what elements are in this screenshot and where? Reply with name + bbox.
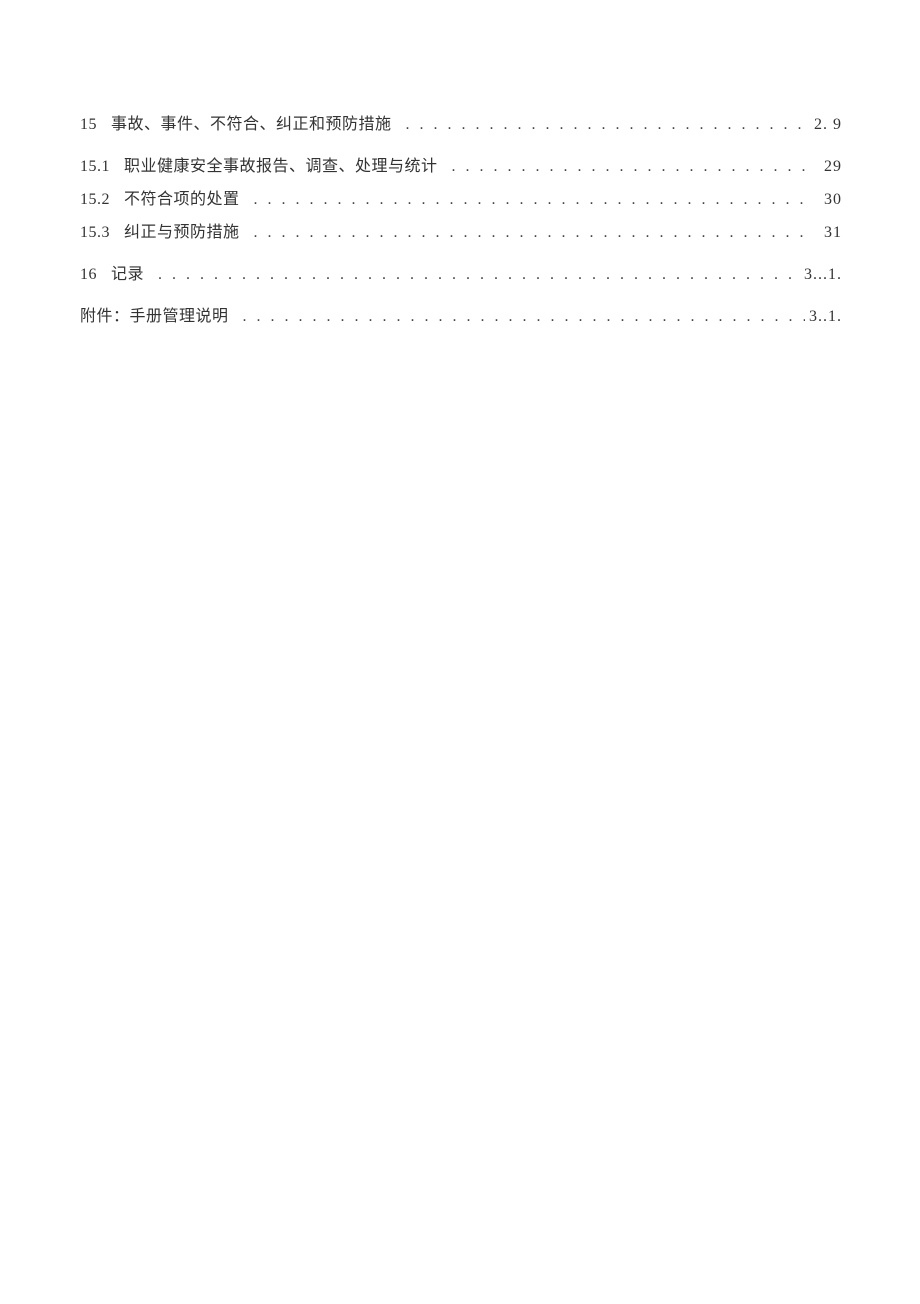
toc-number: 15.3 xyxy=(80,224,110,242)
toc-title: 附件：手册管理说明 xyxy=(80,302,229,326)
toc-number: 15.1 xyxy=(80,158,110,176)
toc-number: 15 xyxy=(80,116,97,134)
toc-entry-15-3: 15.3 纠正与预防措施 . . . . . . . . . . . . . .… xyxy=(80,218,842,242)
toc-entry-16: 16 记录 . . . . . . . . . . . . . . . . . … xyxy=(80,260,842,284)
toc-entry-appendix: 附件：手册管理说明 . . . . . . . . . . . . . . . … xyxy=(80,302,842,326)
toc-page-number: 31 xyxy=(824,224,842,242)
toc-number: 15.2 xyxy=(80,191,110,209)
toc-title: 不符合项的处置 xyxy=(124,185,240,209)
toc-title: 事故、事件、不符合、纠正和预防措施 xyxy=(111,110,392,134)
toc-leader-dots: . . . . . . . . . . . . . . . . . . . . … xyxy=(452,158,810,176)
toc-page-number: 3..1. xyxy=(809,308,842,326)
toc-leader-dots: . . . . . . . . . . . . . . . . . . . . … xyxy=(406,116,810,134)
toc-leader-dots: . . . . . . . . . . . . . . . . . . . . … xyxy=(254,191,810,209)
toc-entry-15-2: 15.2 不符合项的处置 . . . . . . . . . . . . . .… xyxy=(80,185,842,209)
toc-leader-dots: . . . . . . . . . . . . . . . . . . . . … xyxy=(158,266,800,284)
toc-number: 16 xyxy=(80,266,97,284)
toc-entry-15-1: 15.1 职业健康安全事故报告、调查、处理与统计 . . . . . . . .… xyxy=(80,152,842,176)
table-of-contents: 15 事故、事件、不符合、纠正和预防措施 . . . . . . . . . .… xyxy=(80,110,842,326)
toc-leader-dots: . . . . . . . . . . . . . . . . . . . . … xyxy=(254,224,810,242)
toc-title: 纠正与预防措施 xyxy=(124,218,240,242)
toc-leader-dots: . . . . . . . . . . . . . . . . . . . . … xyxy=(243,308,805,326)
toc-page-number: 2. 9 xyxy=(814,116,842,134)
toc-entry-15: 15 事故、事件、不符合、纠正和预防措施 . . . . . . . . . .… xyxy=(80,110,842,134)
toc-page-number: 3...1. xyxy=(804,266,842,284)
toc-title: 记录 xyxy=(111,260,144,284)
toc-page-number: 29 xyxy=(824,158,842,176)
toc-title: 职业健康安全事故报告、调查、处理与统计 xyxy=(124,152,438,176)
toc-page-number: 30 xyxy=(824,191,842,209)
